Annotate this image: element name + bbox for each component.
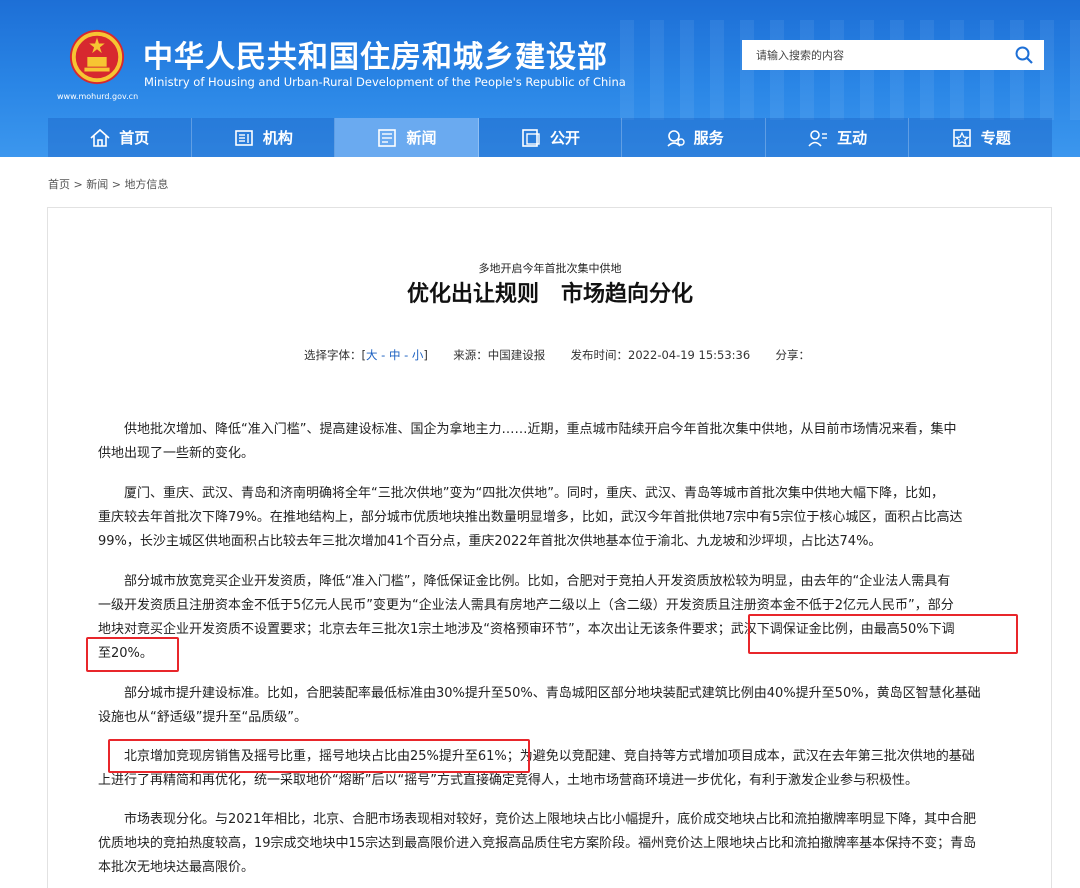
article-source: 来源：中国建设报 (453, 348, 546, 362)
article-title: 优化出让规则 市场趋向分化 (406, 282, 693, 307)
public-icon (522, 128, 540, 147)
nav-label: 专题 (980, 129, 1011, 147)
paragraph-2: 厦门、重庆、武汉、青岛和济南明确将全年“三批次供地”变为“四批次供地”。同时，重… (98, 482, 1003, 554)
search-icon[interactable] (1014, 45, 1034, 65)
paragraph-6: 市场表现分化。与2021年相比，北京、合肥市场表现相对较好，竞价达上限地块占比小… (98, 808, 1003, 880)
nav-item-service[interactable]: 服务 (622, 118, 766, 157)
nav-label: 互动 (837, 129, 868, 147)
text-line: 本批次无地块达最高限价。 (98, 860, 255, 875)
share-label[interactable]: 分享： (776, 348, 811, 362)
paragraph-4: 部分城市提升建设标准。比如，合肥装配率最低标准由30%提升至50%、青岛城阳区部… (98, 682, 1003, 730)
site-header: www.mohurd.gov.cn 中华人民共和国住房和城乡建设部 Minist… (0, 0, 1080, 157)
breadcrumb-home[interactable]: 首页 (48, 178, 70, 191)
breadcrumb-news[interactable]: 新闻 (86, 178, 108, 191)
highlight-box-wuhan (748, 614, 1018, 654)
site-url: www.mohurd.gov.cn (57, 92, 139, 101)
highlight-box-wuhan-end (86, 637, 179, 672)
text-line: 设施也从“舒适级”提升至“品质级”。 (98, 710, 307, 725)
nav-item-org[interactable]: 机构 (191, 118, 336, 157)
nav-item-public[interactable]: 公开 (478, 118, 623, 157)
search-box (742, 40, 1044, 70)
font-size-label: 选择字体：[ (304, 348, 366, 362)
text-line: 供地批次增加、降低“准入门槛”、提高建设标准、国企为拿地主力……近期，重点城市陆… (98, 422, 957, 437)
text-line: 99%，长沙主城区供地面积占比较去年三批次增加41个百分点，重庆2022年首批次… (98, 534, 882, 549)
search-input[interactable] (742, 40, 1006, 70)
text-line: 市场表现分化。与2021年相比，北京、合肥市场表现相对较好，竞价达上限地块占比小… (98, 812, 977, 827)
nav-label: 首页 (119, 129, 150, 147)
font-size-options[interactable]: 大 - 中 - 小 (366, 348, 423, 362)
site-title-cn: 中华人民共和国住房和城乡建设部 (143, 40, 608, 75)
nav-item-news[interactable]: 新闻 (335, 118, 479, 157)
article-subtitle: 多地开启今年首批次集中供地 (478, 262, 622, 275)
national-emblem-icon (69, 29, 125, 85)
text-line: 部分城市提升建设标准。比如，合肥装配率最低标准由30%提升至50%、青岛城阳区部… (98, 686, 981, 701)
topic-icon (952, 128, 971, 147)
site-title-en: Ministry of Housing and Urban-Rural Deve… (144, 75, 626, 89)
text-line: 供地出现了一些新的变化。 (98, 446, 255, 461)
nav-label: 机构 (262, 129, 293, 147)
breadcrumb: 首页 > 新闻 > 地方信息 (48, 176, 168, 192)
nav-item-topic[interactable]: 专题 (909, 118, 1053, 157)
highlight-box-beijing (108, 739, 530, 773)
org-icon (235, 129, 253, 146)
breadcrumb-separator: > (73, 178, 83, 191)
breadcrumb-local-info[interactable]: 地方信息 (124, 178, 168, 191)
breadcrumb-separator: > (111, 178, 121, 191)
main-nav: 首页 机构 新闻 公开 服务 互动 专题 (48, 118, 1053, 157)
home-icon (90, 128, 110, 147)
publish-time: 发布时间：2022-04-19 15:53:36 (570, 348, 751, 362)
nav-item-interaction[interactable]: 互动 (765, 118, 910, 157)
text-line: 部分城市放宽竞买企业开发资质，降低“准入门槛”，降低保证金比例。比如，合肥对于竞… (98, 574, 951, 589)
font-size-close: ] (423, 348, 428, 362)
nav-label: 新闻 (406, 129, 437, 147)
nav-label: 公开 (550, 129, 581, 147)
text-line: 厦门、重庆、武汉、青岛和济南明确将全年“三批次供地”变为“四批次供地”。同时，重… (98, 486, 944, 501)
paragraph-1: 供地批次增加、降低“准入门槛”、提高建设标准、国企为拿地主力……近期，重点城市陆… (98, 418, 1003, 466)
article-meta: 选择字体：[大 - 中 - 小] 来源：中国建设报 发布时间：2022-04-1… (304, 347, 810, 363)
nav-item-home[interactable]: 首页 (48, 118, 192, 157)
service-icon (667, 129, 685, 147)
nav-label: 服务 (693, 129, 724, 147)
news-icon (378, 128, 397, 147)
text-line: 重庆较去年首批次下降79%。在推地结构上，部分城市优质地块推出数量明显增多，比如… (98, 510, 963, 525)
text-line: 优质地块的竞拍热度较高，19宗成交地块中15宗达到最高限价进入竞报高品质住宅方案… (98, 836, 977, 851)
interaction-icon (808, 129, 828, 147)
